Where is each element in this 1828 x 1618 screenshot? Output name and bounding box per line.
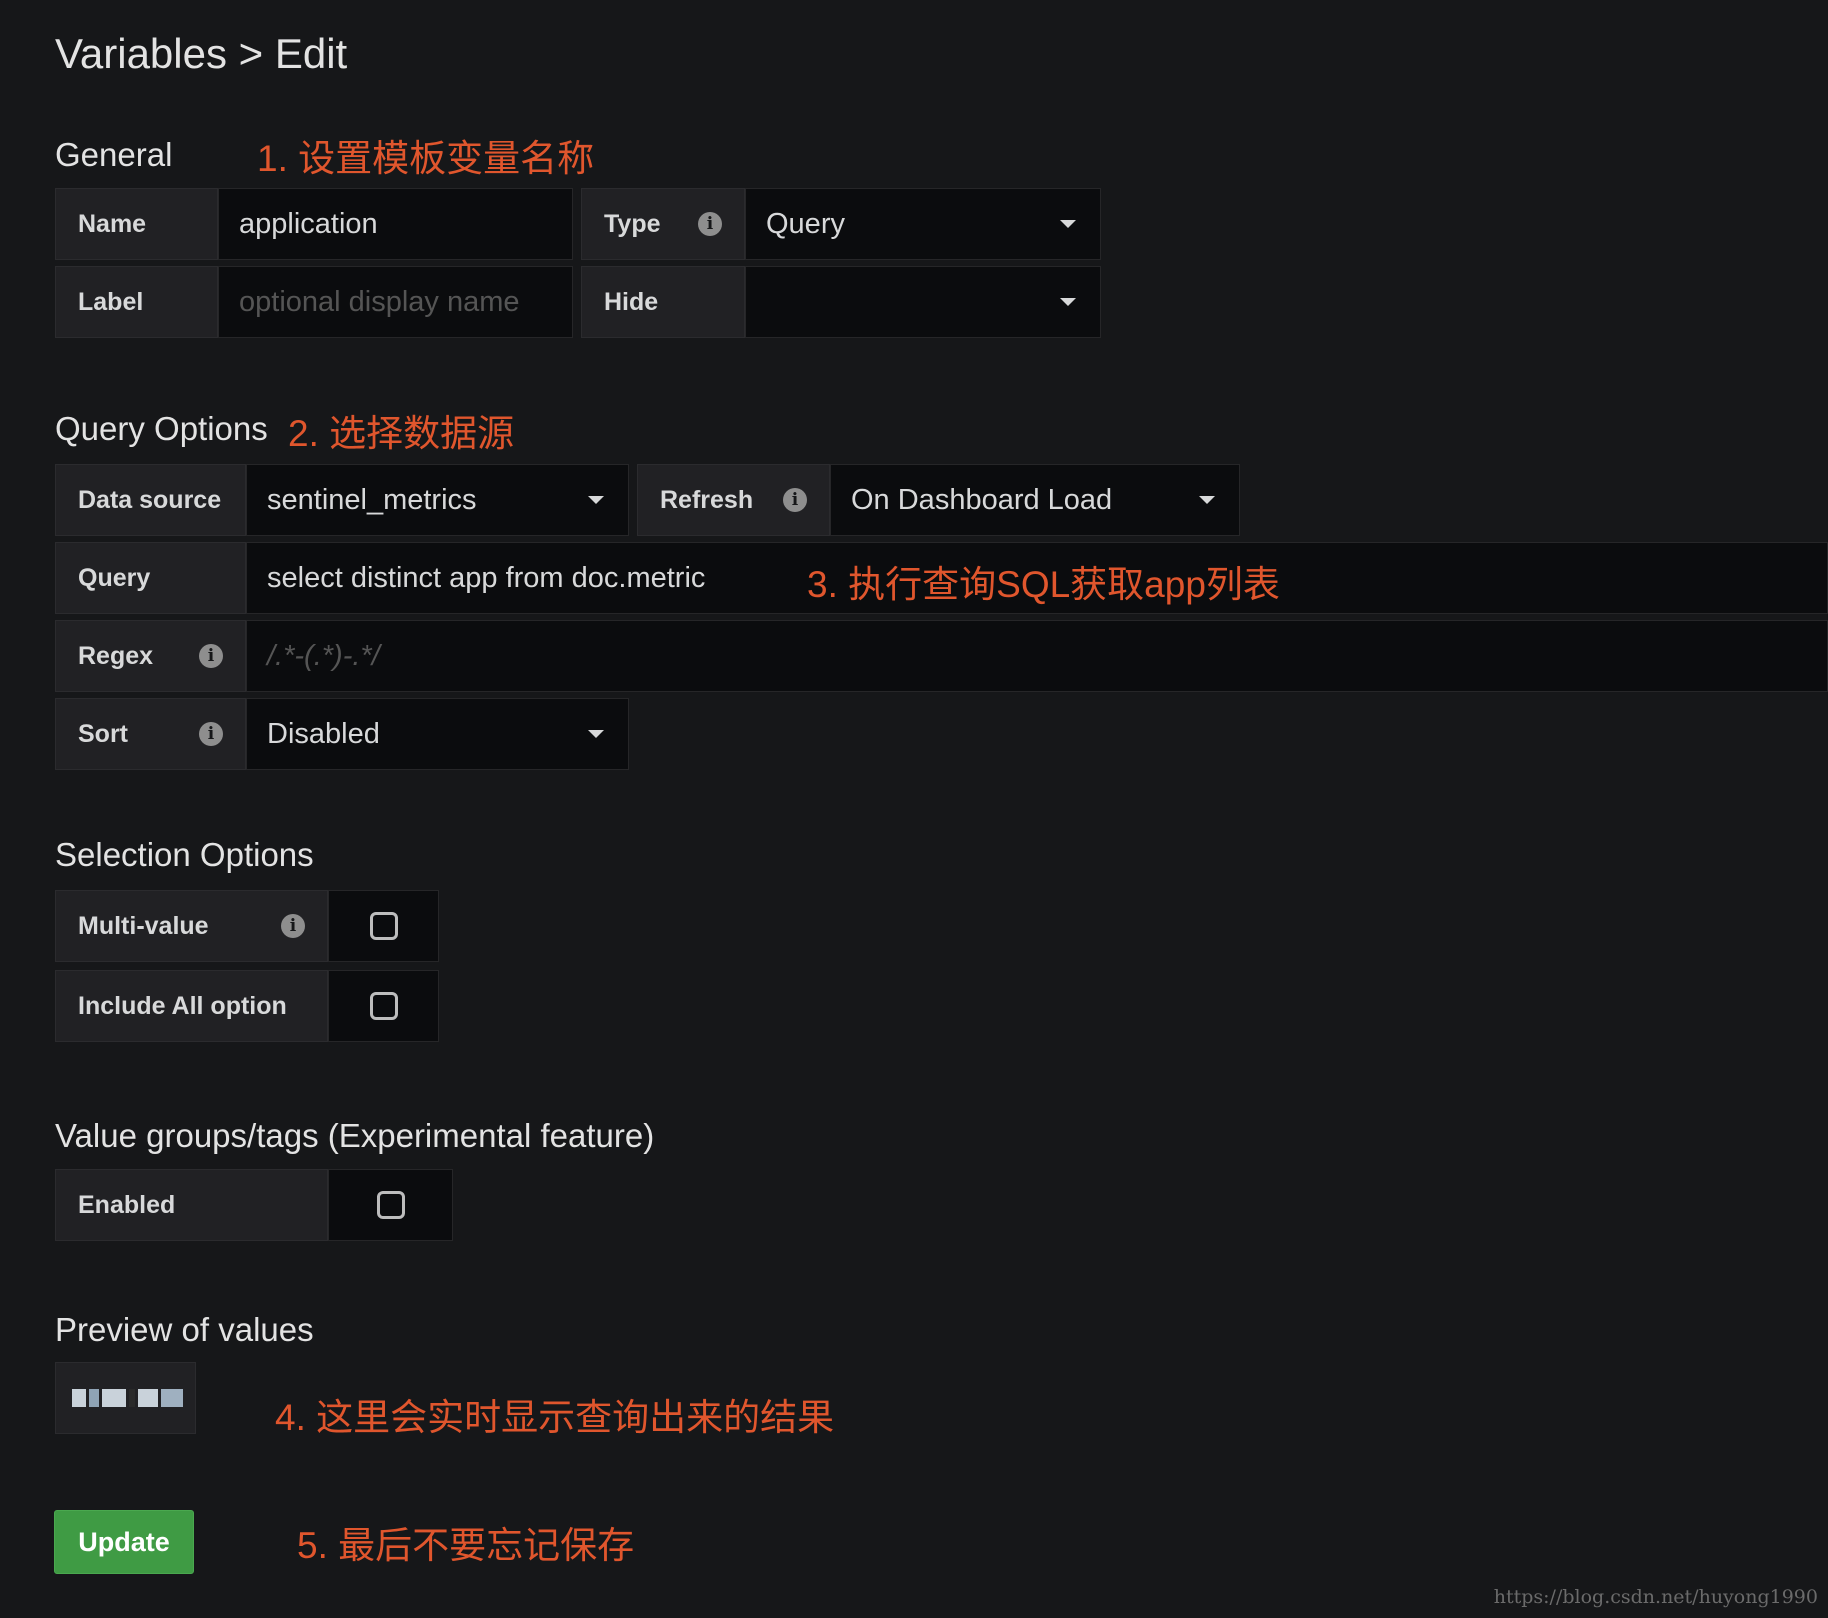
general-heading: General (55, 136, 173, 173)
include-all-checkbox[interactable] (328, 970, 439, 1042)
hide-label-text: Hide (604, 287, 659, 316)
info-icon[interactable]: i (698, 212, 722, 236)
hide-label: Hide (581, 266, 745, 338)
query-input-value: select distinct app from doc.metric (267, 561, 706, 594)
enabled-checkbox[interactable] (328, 1169, 453, 1241)
update-annotation: 5. 最后不要忘记保存 (297, 1525, 635, 1566)
type-select[interactable]: Query (745, 188, 1101, 260)
info-icon[interactable]: i (281, 914, 305, 938)
sort-select[interactable]: Disabled (246, 698, 629, 770)
label-input-placeholder: optional display name (239, 285, 520, 318)
general-annotation: 1. 设置模板变量名称 (257, 138, 595, 179)
query-label-text: Query (78, 563, 151, 592)
query-options-heading: Query Options (55, 410, 268, 447)
checkbox-icon[interactable] (369, 912, 398, 940)
update-button[interactable]: Update (54, 1510, 194, 1574)
datasource-select[interactable]: sentinel_metrics (246, 464, 629, 536)
include-all-label-text: Include All option (78, 991, 287, 1020)
refresh-label-text: Refresh (660, 485, 754, 514)
label-label-text: Label (78, 287, 144, 316)
name-input[interactable]: application (218, 188, 573, 260)
info-icon[interactable]: i (199, 722, 223, 746)
enabled-label: Enabled (55, 1169, 328, 1241)
caret-down-icon (588, 730, 604, 738)
preview-heading: Preview of values (55, 1311, 314, 1348)
name-label-text: Name (78, 209, 147, 238)
type-label: Type i (581, 188, 745, 260)
preview-value-chip (55, 1362, 196, 1434)
label-input[interactable]: optional display name (218, 266, 573, 338)
hide-select[interactable] (745, 266, 1101, 338)
label-label: Label (55, 266, 218, 338)
caret-down-icon (1199, 496, 1215, 504)
include-all-label: Include All option (55, 970, 328, 1042)
info-icon[interactable]: i (783, 488, 807, 512)
query-annotation: 3. 执行查询SQL获取app列表 (807, 564, 1280, 605)
datasource-label-text: Data source (78, 485, 222, 514)
page-title: Variables > Edit (55, 30, 348, 77)
watermark: https://blog.csdn.net/huyong1990 (1493, 1586, 1818, 1608)
sort-label: Sort i (55, 698, 246, 770)
regex-input-placeholder: /.*-(.*)-.*/ (267, 639, 380, 672)
query-options-annotation: 2. 选择数据源 (288, 413, 515, 454)
selection-options-heading: Selection Options (55, 836, 314, 873)
preview-annotation: 4. 这里会实时显示查询出来的结果 (275, 1397, 835, 1438)
multivalue-checkbox[interactable] (328, 890, 439, 962)
refresh-select[interactable]: On Dashboard Load (830, 464, 1240, 536)
name-label: Name (55, 188, 218, 260)
value-groups-heading: Value groups/tags (Experimental feature) (55, 1117, 655, 1154)
caret-down-icon (1060, 220, 1076, 228)
datasource-select-value: sentinel_metrics (267, 483, 477, 516)
caret-down-icon (1060, 298, 1076, 306)
blurred-preview-value (72, 1389, 183, 1407)
refresh-label: Refresh i (637, 464, 830, 536)
sort-select-value: Disabled (267, 717, 380, 750)
multivalue-label-text: Multi-value (78, 911, 209, 940)
query-label: Query (55, 542, 246, 614)
info-icon[interactable]: i (199, 644, 223, 668)
caret-down-icon (588, 496, 604, 504)
regex-label: Regex i (55, 620, 246, 692)
enabled-label-text: Enabled (78, 1190, 176, 1219)
name-input-value: application (239, 207, 378, 240)
refresh-select-value: On Dashboard Load (851, 483, 1113, 516)
checkbox-icon[interactable] (376, 1191, 405, 1219)
multivalue-label: Multi-value i (55, 890, 328, 962)
checkbox-icon[interactable] (369, 992, 398, 1020)
regex-input[interactable]: /.*-(.*)-.*/ (246, 620, 1828, 692)
regex-label-text: Regex (78, 641, 154, 670)
sort-label-text: Sort (78, 719, 128, 748)
datasource-label: Data source (55, 464, 246, 536)
type-select-value: Query (766, 207, 845, 240)
type-label-text: Type (604, 209, 661, 238)
